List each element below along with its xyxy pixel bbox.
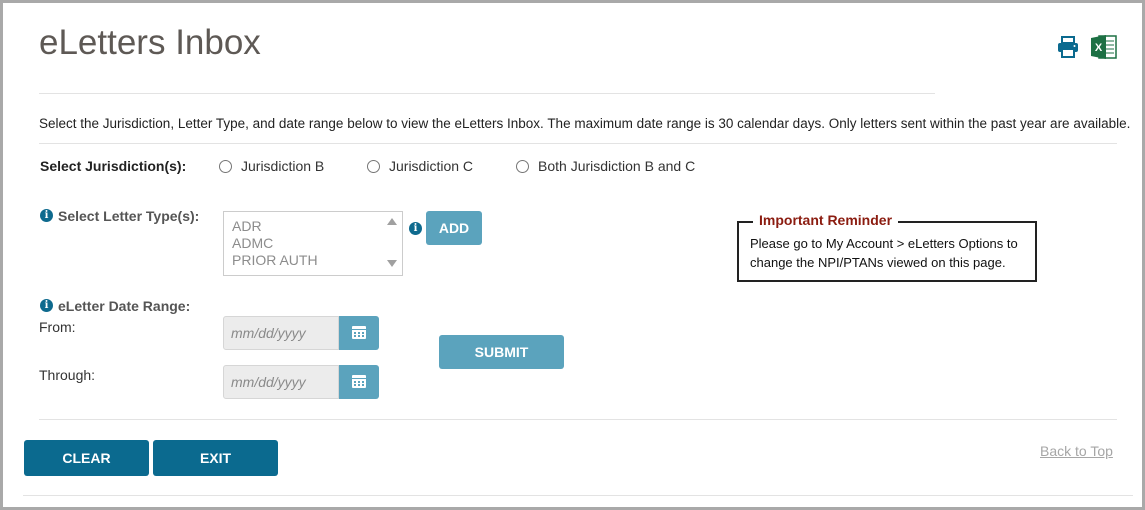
radio-button[interactable] xyxy=(367,159,380,173)
radio-jurisdiction-c[interactable]: Jurisdiction C xyxy=(367,158,473,174)
excel-icon-letter: X xyxy=(1095,42,1103,54)
printer-icon[interactable] xyxy=(1056,35,1080,59)
through-date-input[interactable] xyxy=(223,365,339,399)
radio-jurisdiction-both[interactable]: Both Jurisdiction B and C xyxy=(516,158,695,174)
radio-jurisdiction-b[interactable]: Jurisdiction B xyxy=(219,158,324,174)
submit-button[interactable]: SUBMIT xyxy=(439,335,564,369)
radio-button[interactable] xyxy=(516,159,529,173)
through-label: Through: xyxy=(39,367,96,383)
instructions-text: Select the Jurisdiction, Letter Type, an… xyxy=(39,116,1131,131)
scroll-down-arrow-icon[interactable] xyxy=(387,260,397,267)
calendar-icon xyxy=(352,326,366,339)
from-date-input[interactable] xyxy=(223,316,339,350)
info-icon[interactable]: i xyxy=(40,209,53,222)
radio-label: Jurisdiction B xyxy=(241,158,325,174)
through-calendar-button[interactable] xyxy=(339,365,379,399)
title-divider xyxy=(39,93,935,94)
important-reminder-box: Important Reminder Please go to My Accou… xyxy=(737,212,1037,282)
back-to-top-link[interactable]: Back to Top xyxy=(1040,443,1113,459)
reminder-title: Important Reminder xyxy=(753,212,899,228)
radio-label: Jurisdiction C xyxy=(389,158,474,174)
scroll-up-arrow-icon[interactable] xyxy=(387,218,397,225)
page-title: eLetters Inbox xyxy=(39,23,261,62)
form-divider xyxy=(39,419,1117,420)
radio-button[interactable] xyxy=(219,159,232,173)
page-frame: eLetters Inbox X Select the Jurisdiction… xyxy=(0,0,1145,510)
calendar-icon xyxy=(352,375,366,388)
from-calendar-button[interactable] xyxy=(339,316,379,350)
letter-type-option[interactable]: PRIOR AUTH xyxy=(232,252,394,269)
info-icon[interactable]: i xyxy=(40,299,53,312)
clear-button[interactable]: CLEAR xyxy=(24,440,149,476)
letter-type-listbox[interactable]: ADR ADMC PRIOR AUTH xyxy=(223,211,403,276)
reminder-text: Please go to My Account > eLetters Optio… xyxy=(750,236,1018,270)
excel-icon[interactable]: X xyxy=(1090,33,1118,61)
jurisdiction-label: Select Jurisdiction(s): xyxy=(40,158,187,174)
letter-type-option[interactable]: ADMC xyxy=(232,235,394,252)
add-button[interactable]: ADD xyxy=(426,211,482,245)
radio-label: Both Jurisdiction B and C xyxy=(538,158,696,174)
date-range-label: eLetter Date Range: xyxy=(58,298,191,314)
info-icon[interactable]: i xyxy=(409,222,422,235)
from-label: From: xyxy=(39,319,76,335)
instructions-divider xyxy=(39,143,1117,144)
footer-divider xyxy=(23,495,1133,496)
letter-type-label: Select Letter Type(s): xyxy=(58,208,200,224)
letter-type-option[interactable]: ADR xyxy=(232,218,394,235)
exit-button[interactable]: EXIT xyxy=(153,440,278,476)
